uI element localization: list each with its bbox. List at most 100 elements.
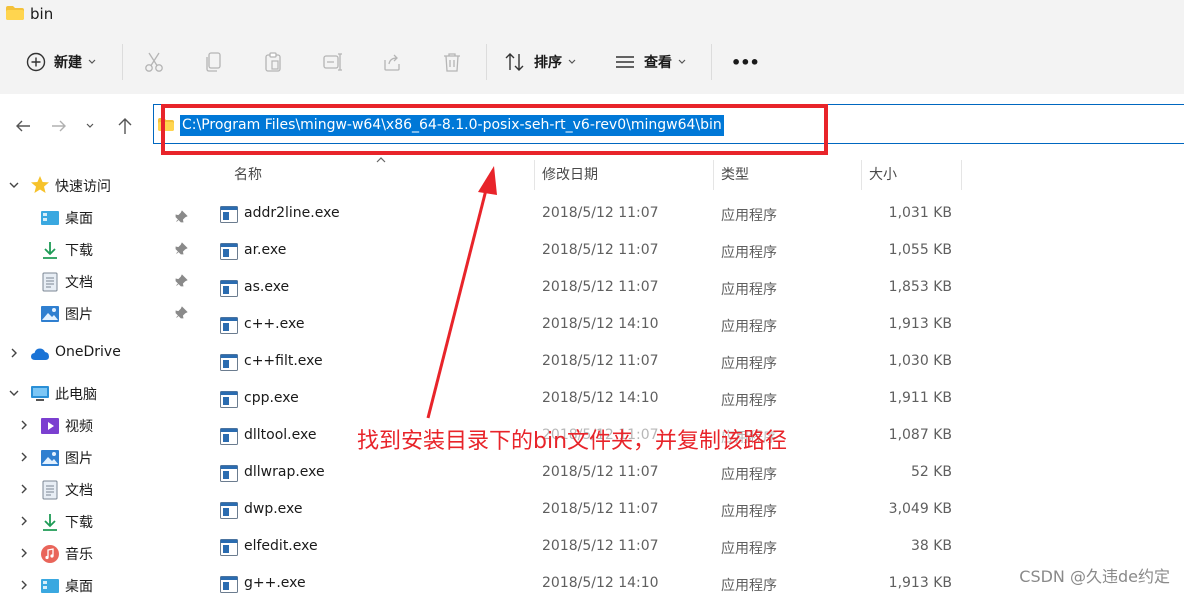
exe-icon: [220, 428, 238, 445]
recent-locations-button[interactable]: [80, 116, 100, 136]
view-button[interactable]: 查看: [614, 46, 686, 78]
chevron-down-icon: [9, 182, 19, 188]
file-modified-date: 2018/5/12 11:07: [542, 279, 659, 295]
sidebar-item-music[interactable]: 音乐: [0, 538, 196, 568]
exe-icon: [220, 317, 238, 334]
column-header-label: 大小: [869, 167, 897, 183]
column-divider[interactable]: [534, 160, 535, 190]
sidebar-label: OneDrive: [55, 344, 121, 360]
sidebar-item-this-pc[interactable]: 此电脑: [0, 378, 196, 408]
document-icon: [42, 480, 58, 500]
more-options-button[interactable]: •••: [731, 46, 760, 78]
arrow-right-icon: [52, 120, 66, 132]
star-icon: [31, 176, 49, 193]
sidebar-item-desktop[interactable]: 桌面: [0, 570, 196, 595]
new-button[interactable]: 新建: [26, 46, 96, 78]
rename-button[interactable]: [322, 46, 344, 78]
column-header-label: 类型: [721, 167, 749, 183]
sidebar-item-downloads[interactable]: 下载: [0, 234, 196, 264]
pin-icon[interactable]: [174, 210, 188, 224]
toolbar-divider: [122, 44, 123, 80]
file-modified-date: 2018/5/12 11:07: [542, 353, 659, 369]
exe-icon: [220, 539, 238, 556]
file-row[interactable]: elfedit.exe 2018/5/12 11:07 应用程序 38 KB: [196, 529, 1184, 566]
file-row[interactable]: c++.exe 2018/5/12 14:10 应用程序 1,913 KB: [196, 307, 1184, 344]
sort-button-label: 排序: [534, 55, 562, 71]
sidebar-label: 桌面: [65, 211, 93, 227]
command-bar: 新建 排序 查看 •••: [0, 30, 1184, 94]
column-divider[interactable]: [961, 160, 962, 190]
sidebar-item-videos[interactable]: 视频: [0, 410, 196, 440]
chevron-down-icon: [678, 59, 686, 64]
file-row[interactable]: cpp.exe 2018/5/12 14:10 应用程序 1,911 KB: [196, 381, 1184, 418]
picture-icon: [41, 306, 59, 322]
file-modified-date: 2018/5/12 14:10: [542, 316, 659, 332]
chevron-right-icon: [21, 580, 27, 590]
file-row[interactable]: ar.exe 2018/5/12 11:07 应用程序 1,055 KB: [196, 233, 1184, 270]
sidebar-item-pictures[interactable]: 图片: [0, 442, 196, 472]
sidebar-item-documents[interactable]: 文档: [0, 266, 196, 296]
pin-icon[interactable]: [174, 306, 188, 320]
sidebar-item-downloads[interactable]: 下载: [0, 506, 196, 536]
file-size: 1,055 KB: [888, 242, 952, 258]
column-header-size[interactable]: 大小: [869, 162, 897, 192]
file-type: 应用程序: [721, 467, 777, 483]
list-view-icon: [616, 56, 634, 68]
exe-icon: [220, 576, 238, 593]
share-button[interactable]: [382, 46, 402, 78]
plus-circle-icon: [26, 52, 46, 72]
file-row[interactable]: c++filt.exe 2018/5/12 11:07 应用程序 1,030 KB: [196, 344, 1184, 381]
paste-button[interactable]: [263, 46, 283, 78]
clipboard-icon: [265, 52, 281, 72]
file-row[interactable]: as.exe 2018/5/12 11:07 应用程序 1,853 KB: [196, 270, 1184, 307]
sort-ascending-icon: [376, 157, 386, 163]
sort-button[interactable]: 排序: [504, 46, 576, 78]
file-size: 1,913 KB: [888, 575, 952, 591]
back-button[interactable]: [13, 116, 33, 136]
sidebar-item-pictures[interactable]: 图片: [0, 298, 196, 328]
pin-icon[interactable]: [174, 242, 188, 256]
chevron-right-icon: [21, 452, 27, 462]
file-row[interactable]: addr2line.exe 2018/5/12 11:07 应用程序 1,031 KB: [196, 196, 1184, 233]
new-button-label: 新建: [54, 55, 82, 71]
sort-icon: [505, 53, 524, 71]
cut-button[interactable]: [144, 46, 164, 78]
column-header-name[interactable]: 名称: [234, 162, 262, 192]
delete-button[interactable]: [442, 46, 462, 78]
file-size: 38 KB: [910, 538, 952, 554]
sidebar-item-documents[interactable]: 文档: [0, 474, 196, 504]
desktop-icon: [41, 579, 59, 593]
sidebar-item-quick-access[interactable]: 快速访问: [0, 170, 196, 200]
file-name: as.exe: [244, 279, 290, 295]
sidebar-label: 图片: [65, 451, 93, 467]
file-row[interactable]: dwp.exe 2018/5/12 11:07 应用程序 3,049 KB: [196, 492, 1184, 529]
toolbar-divider: [711, 44, 712, 80]
highlight-box: [161, 104, 828, 155]
file-row[interactable]: dllwrap.exe 2018/5/12 11:07 应用程序 52 KB: [196, 455, 1184, 492]
chevron-right-icon: [21, 548, 27, 558]
sidebar-label: 图片: [65, 307, 93, 323]
copy-button[interactable]: [204, 46, 224, 78]
file-name: ar.exe: [244, 242, 287, 258]
up-button[interactable]: [115, 116, 135, 136]
file-name: elfedit.exe: [244, 538, 318, 554]
column-header-type[interactable]: 类型: [721, 162, 749, 192]
file-modified-date: 2018/5/12 11:07: [542, 205, 659, 221]
copy-icon: [206, 52, 221, 72]
file-type: 应用程序: [721, 504, 777, 520]
file-type: 应用程序: [721, 541, 777, 557]
chevron-down-icon: [9, 390, 19, 396]
sidebar-label: 下载: [65, 515, 93, 531]
forward-button[interactable]: [49, 116, 69, 136]
sidebar-item-onedrive[interactable]: OneDrive: [0, 338, 196, 368]
file-name: dlltool.exe: [244, 427, 317, 443]
chevron-down-icon: [568, 59, 576, 64]
column-divider[interactable]: [861, 160, 862, 190]
rename-icon: [323, 53, 342, 71]
column-header-date[interactable]: 修改日期: [542, 162, 598, 192]
picture-icon: [41, 450, 59, 466]
column-header-label: 名称: [234, 167, 262, 183]
pin-icon[interactable]: [174, 274, 188, 288]
column-divider[interactable]: [713, 160, 714, 190]
sidebar-item-desktop[interactable]: 桌面: [0, 202, 196, 232]
